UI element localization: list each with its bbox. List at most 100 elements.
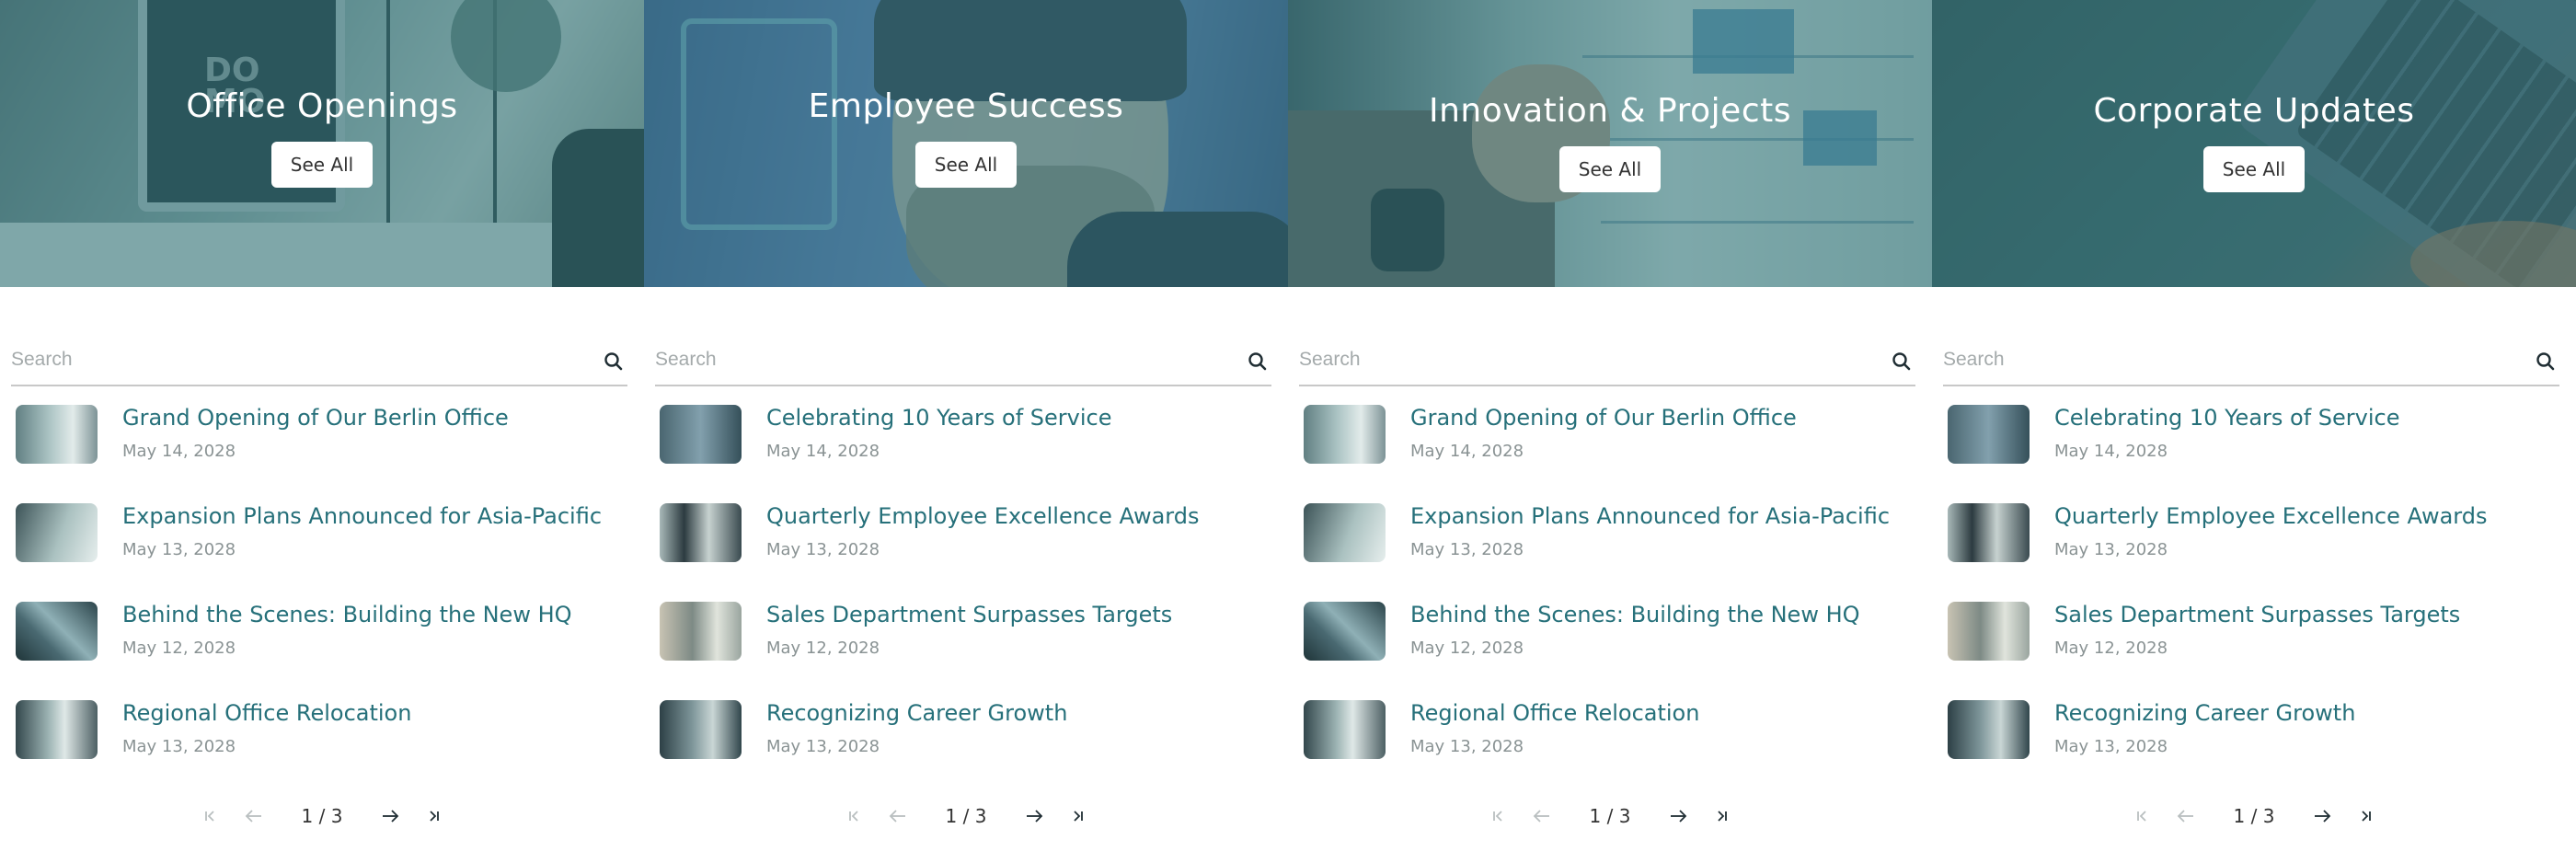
first-page-icon [849, 811, 858, 822]
article-thumbnail[interactable] [1948, 503, 2030, 562]
last-page-button[interactable] [2344, 802, 2388, 830]
search-icon[interactable] [2536, 351, 2558, 374]
article-date: May 14, 2028 [766, 442, 880, 461]
arrow-left-icon [889, 810, 905, 823]
arrow-left-icon [1533, 810, 1549, 823]
page-indicator: 1 / 3 [301, 805, 343, 827]
hero-title: Office Openings [186, 87, 458, 125]
prev-page-button[interactable] [2164, 802, 2208, 830]
next-page-button[interactable] [2300, 802, 2344, 830]
search-icon[interactable] [1248, 351, 1270, 374]
article-title[interactable]: Quarterly Employee Excellence Awards [2054, 503, 2487, 529]
search-icon[interactable] [604, 351, 626, 374]
search-input[interactable] [1299, 346, 1851, 374]
last-page-icon [2362, 811, 2371, 822]
see-all-button[interactable]: See All [914, 142, 1018, 188]
page-indicator: 1 / 3 [1589, 805, 1631, 827]
hero-banner: Innovation & Projects See All [1288, 0, 1932, 287]
article-thumbnail[interactable] [1948, 602, 2030, 661]
last-page-button[interactable] [1700, 802, 1744, 830]
article-title[interactable]: Regional Office Relocation [1410, 700, 1699, 726]
article-date: May 13, 2028 [1410, 737, 1524, 756]
article-thumbnail[interactable] [660, 700, 742, 759]
article-item[interactable]: Sales Department Surpasses Targets May 1… [1948, 602, 2555, 668]
search-input[interactable] [655, 346, 1207, 374]
article-item[interactable]: Quarterly Employee Excellence Awards May… [1948, 503, 2555, 570]
see-all-button[interactable]: See All [1558, 146, 1662, 192]
article-title[interactable]: Celebrating 10 Years of Service [766, 405, 1112, 431]
search-bar [655, 335, 1271, 386]
article-item[interactable]: Grand Opening of Our Berlin Office May 1… [16, 405, 623, 471]
article-title[interactable]: Regional Office Relocation [122, 700, 411, 726]
article-thumbnail[interactable] [16, 602, 98, 661]
article-date: May 12, 2028 [1410, 639, 1524, 658]
article-title[interactable]: Grand Opening of Our Berlin Office [122, 405, 509, 431]
article-thumbnail[interactable] [660, 602, 742, 661]
article-item[interactable]: Quarterly Employee Excellence Awards May… [660, 503, 1267, 570]
arrow-left-icon [2177, 810, 2193, 823]
article-item[interactable]: Regional Office Relocation May 13, 2028 [1304, 700, 1911, 766]
article-item[interactable]: Sales Department Surpasses Targets May 1… [660, 602, 1267, 668]
article-item[interactable]: Celebrating 10 Years of Service May 14, … [1948, 405, 2555, 471]
article-item[interactable]: Recognizing Career Growth May 13, 2028 [660, 700, 1267, 766]
last-page-button[interactable] [1056, 802, 1100, 830]
article-title[interactable]: Grand Opening of Our Berlin Office [1410, 405, 1797, 431]
article-thumbnail[interactable] [660, 503, 742, 562]
next-page-button[interactable] [368, 802, 412, 830]
article-item[interactable]: Expansion Plans Announced for Asia-Pacif… [16, 503, 623, 570]
article-title[interactable]: Recognizing Career Growth [766, 700, 1067, 726]
article-date: May 13, 2028 [1410, 540, 1524, 559]
prev-page-button[interactable] [1520, 802, 1564, 830]
article-date: May 14, 2028 [2054, 442, 2168, 461]
first-page-button[interactable] [188, 802, 232, 830]
article-item[interactable]: Expansion Plans Announced for Asia-Pacif… [1304, 503, 1911, 570]
article-title[interactable]: Expansion Plans Announced for Asia-Pacif… [1410, 503, 1890, 529]
article-item[interactable]: Behind the Scenes: Building the New HQ M… [1304, 602, 1911, 668]
article-thumbnail[interactable] [660, 405, 742, 464]
article-date: May 12, 2028 [766, 639, 880, 658]
first-page-icon [2137, 811, 2146, 822]
article-title[interactable]: Sales Department Surpasses Targets [766, 602, 1172, 627]
article-thumbnail[interactable] [1304, 602, 1386, 661]
see-all-button[interactable]: See All [270, 142, 374, 188]
article-title[interactable]: Quarterly Employee Excellence Awards [766, 503, 1199, 529]
category-column-corporate-updates: Corporate Updates See All Celebrating 10… [1932, 0, 2576, 863]
article-thumbnail[interactable] [1304, 405, 1386, 464]
article-date: May 13, 2028 [766, 737, 880, 756]
first-page-button[interactable] [1476, 802, 1520, 830]
search-icon[interactable] [1892, 351, 1914, 374]
last-page-icon [1718, 811, 1727, 822]
search-bar [1943, 335, 2559, 386]
next-page-button[interactable] [1656, 802, 1700, 830]
hero-banner: DOMO Office Openings See All [0, 0, 644, 287]
article-item[interactable]: Grand Opening of Our Berlin Office May 1… [1304, 405, 1911, 471]
article-item[interactable]: Behind the Scenes: Building the New HQ M… [16, 602, 623, 668]
article-title[interactable]: Sales Department Surpasses Targets [2054, 602, 2460, 627]
article-thumbnail[interactable] [1304, 700, 1386, 759]
article-title[interactable]: Behind the Scenes: Building the New HQ [1410, 602, 1860, 627]
search-input[interactable] [1943, 346, 2495, 374]
prev-page-button[interactable] [876, 802, 920, 830]
first-page-button[interactable] [832, 802, 876, 830]
article-title[interactable]: Expansion Plans Announced for Asia-Pacif… [122, 503, 602, 529]
search-input[interactable] [11, 346, 563, 374]
article-thumbnail[interactable] [16, 700, 98, 759]
article-date: May 14, 2028 [122, 442, 236, 461]
prev-page-button[interactable] [232, 802, 276, 830]
article-thumbnail[interactable] [16, 405, 98, 464]
article-thumbnail[interactable] [1304, 503, 1386, 562]
article-thumbnail[interactable] [16, 503, 98, 562]
article-thumbnail[interactable] [1948, 405, 2030, 464]
article-date: May 13, 2028 [766, 540, 880, 559]
article-title[interactable]: Behind the Scenes: Building the New HQ [122, 602, 572, 627]
article-item[interactable]: Recognizing Career Growth May 13, 2028 [1948, 700, 2555, 766]
see-all-button[interactable]: See All [2202, 146, 2306, 192]
article-thumbnail[interactable] [1948, 700, 2030, 759]
article-item[interactable]: Regional Office Relocation May 13, 2028 [16, 700, 623, 766]
first-page-button[interactable] [2120, 802, 2164, 830]
next-page-button[interactable] [1012, 802, 1056, 830]
article-item[interactable]: Celebrating 10 Years of Service May 14, … [660, 405, 1267, 471]
last-page-button[interactable] [412, 802, 456, 830]
article-title[interactable]: Celebrating 10 Years of Service [2054, 405, 2400, 431]
article-title[interactable]: Recognizing Career Growth [2054, 700, 2355, 726]
